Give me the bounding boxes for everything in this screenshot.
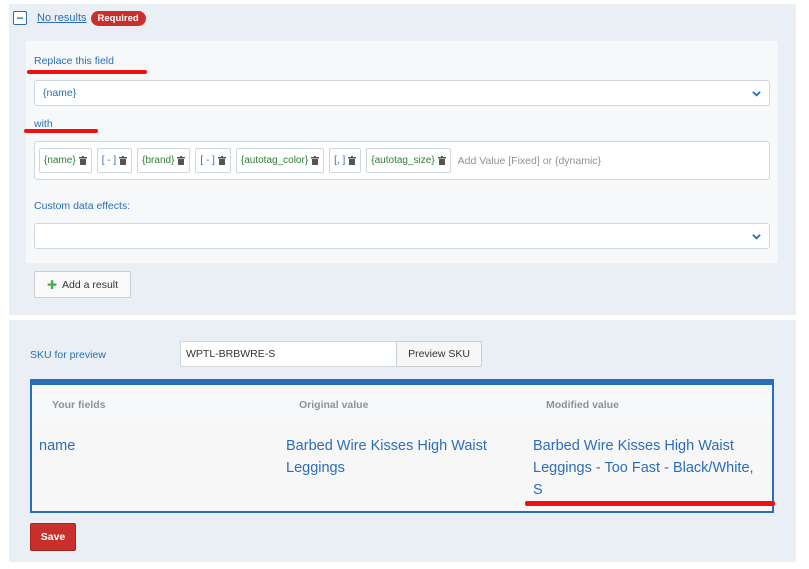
trash-icon[interactable]: [311, 156, 320, 165]
trash-icon[interactable]: [119, 156, 128, 165]
trash-icon[interactable]: [177, 156, 186, 165]
rule-panel: − No results Required Replace this field…: [9, 4, 796, 315]
original-value-cell: Barbed Wire Kisses High Waist Leggings: [286, 438, 487, 476]
chevron-down-icon: [752, 234, 761, 240]
value-tag: {name}: [39, 148, 92, 173]
plus-icon: ✚: [46, 277, 57, 292]
table-row: name Barbed Wire Kisses High Waist Leggi…: [32, 424, 772, 511]
value-tag: {autotag_color}: [235, 148, 325, 173]
add-value-placeholder[interactable]: Add Value [Fixed] or {dynamic}: [458, 155, 601, 167]
modified-value-cell: Barbed Wire Kisses High Waist Leggings -…: [533, 438, 754, 498]
column-header: Original value: [299, 399, 369, 411]
trash-icon[interactable]: [78, 156, 87, 165]
custom-effects-select[interactable]: [34, 223, 770, 249]
field-name-cell: name: [39, 438, 76, 454]
table-header: Your fields Original value Modified valu…: [32, 385, 772, 424]
rule-card: Replace this field {name} with {name} [ …: [24, 41, 778, 263]
trash-icon[interactable]: [348, 156, 357, 165]
sku-input-value: WPTL-BRBWRE-S: [186, 348, 276, 360]
required-badge: Required: [90, 10, 146, 26]
replace-field-label: Replace this field: [34, 55, 114, 67]
preview-table: Your fields Original value Modified valu…: [30, 379, 774, 513]
value-tag: [ - ]: [195, 148, 231, 173]
annotation-underline-replace: [27, 70, 147, 74]
replace-field-value: {name}: [43, 87, 77, 99]
no-results-link[interactable]: No results: [37, 12, 87, 24]
collapse-minus-icon[interactable]: −: [13, 11, 27, 25]
value-tag: [, ]: [329, 148, 362, 173]
custom-effects-label: Custom data effects:: [34, 200, 131, 212]
annotation-underline-modified: [525, 501, 775, 506]
trash-icon[interactable]: [217, 156, 226, 165]
value-tag: {brand}: [137, 148, 191, 173]
no-results-row: − No results Required: [13, 10, 146, 26]
column-header: Modified value: [546, 399, 619, 411]
save-button[interactable]: Save: [30, 523, 76, 551]
sku-label: SKU for preview: [30, 349, 106, 361]
preview-sku-button[interactable]: Preview SKU: [396, 341, 482, 367]
value-tag: [ - ]: [96, 148, 133, 173]
value-tags-input[interactable]: {name} [ - ] {brand} [ - ] {autotag_colo…: [34, 141, 770, 180]
column-header: Your fields: [52, 399, 106, 411]
sku-input[interactable]: WPTL-BRBWRE-S: [180, 341, 397, 367]
replace-field-select[interactable]: {name}: [34, 80, 770, 106]
annotation-underline-with: [24, 129, 98, 133]
value-tag: {autotag_size}: [366, 148, 451, 173]
trash-icon[interactable]: [437, 156, 446, 165]
add-result-label: Add a result: [62, 278, 119, 291]
preview-panel: SKU for preview WPTL-BRBWRE-S Preview SK…: [9, 320, 796, 562]
chevron-down-icon: [752, 91, 761, 97]
add-result-button[interactable]: ✚ Add a result: [34, 271, 131, 298]
